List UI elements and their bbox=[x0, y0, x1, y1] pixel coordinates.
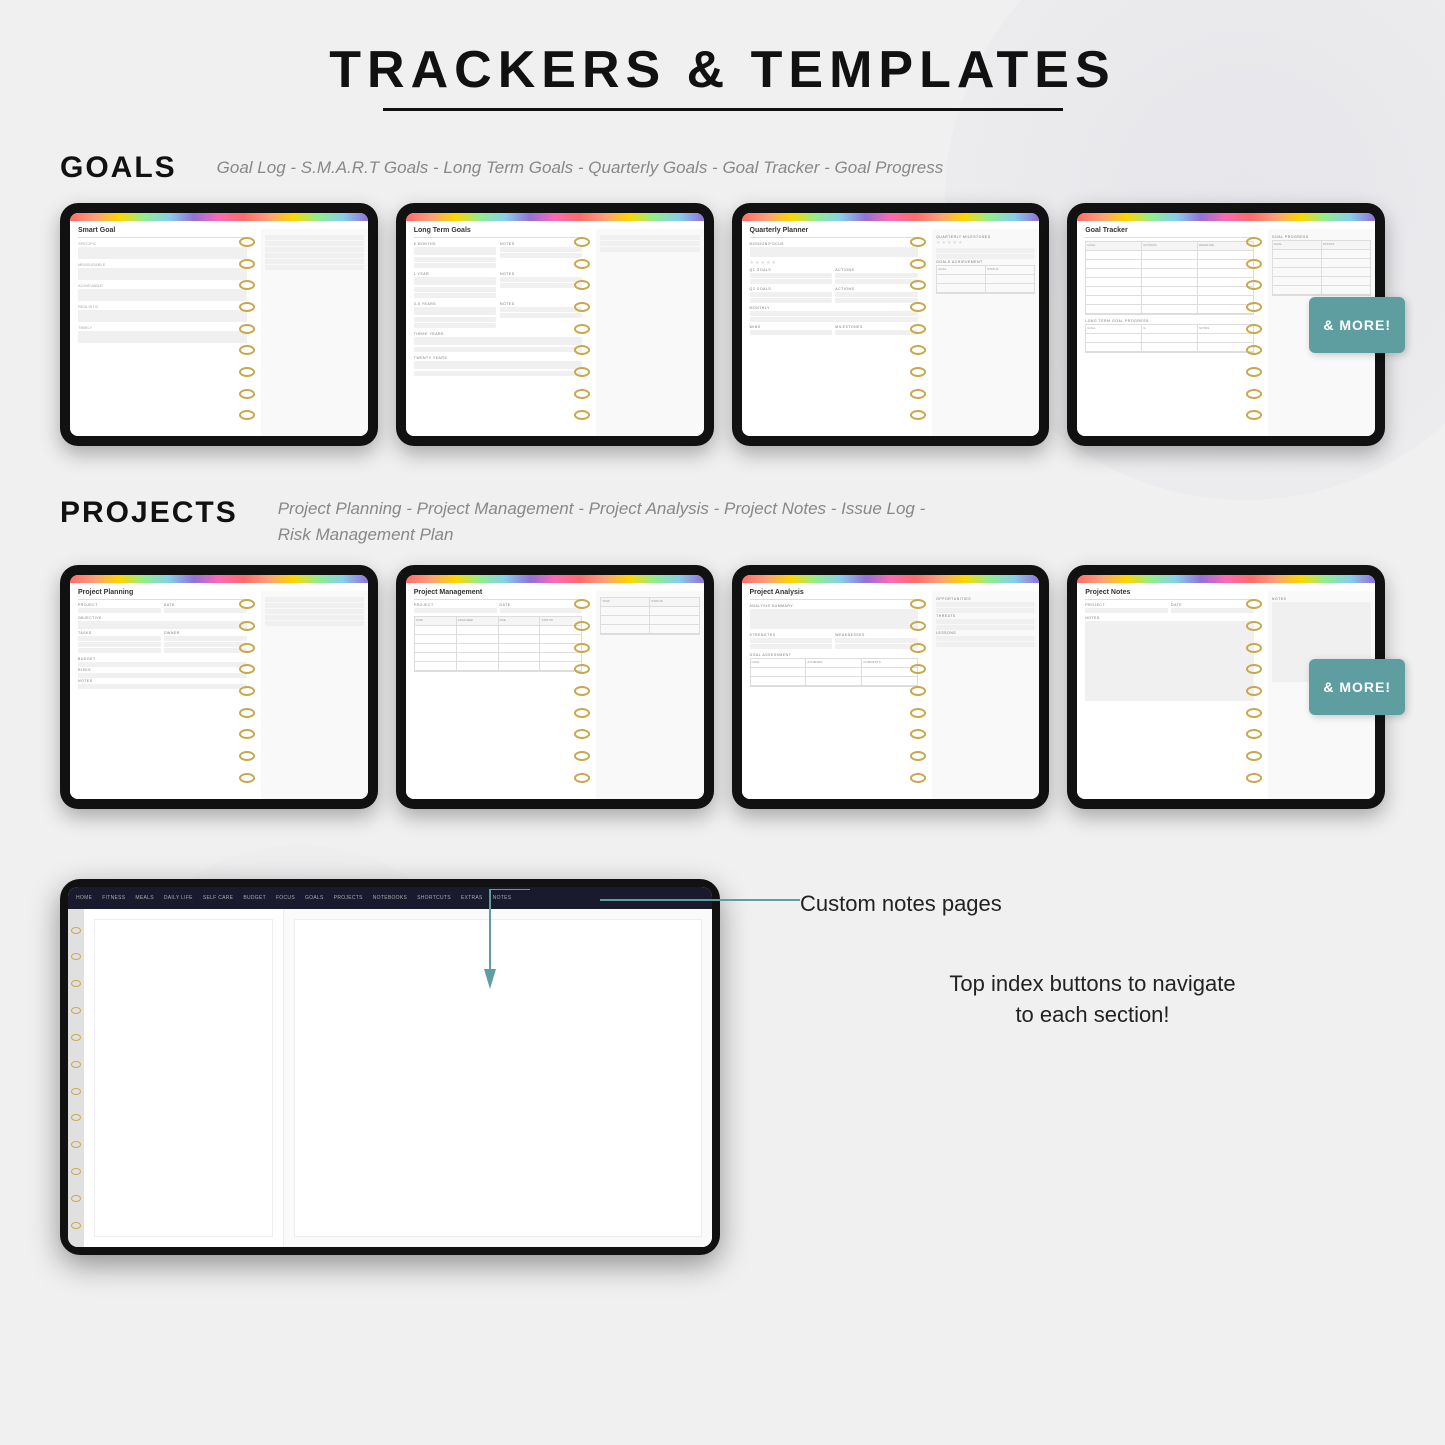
bottom-device-container: HOME FITNESS MEALS DAILY LIFE SELF CARE … bbox=[60, 859, 740, 1255]
goals-subtitle: Goal Log - S.M.A.R.T Goals - Long Term G… bbox=[217, 155, 944, 181]
bottom-left-panel bbox=[84, 909, 284, 1247]
goals-section-header: GOALS Goal Log - S.M.A.R.T Goals - Long … bbox=[60, 151, 1385, 185]
spiral-6 bbox=[574, 593, 590, 788]
bottom-tablet: HOME FITNESS MEALS DAILY LIFE SELF CARE … bbox=[60, 879, 720, 1255]
projects-section: PROJECTS Project Planning - Project Mana… bbox=[60, 496, 1385, 808]
smart-goal-right bbox=[261, 229, 368, 436]
rainbow-bar-7 bbox=[742, 575, 1040, 583]
doc-title-projplan: Project Planning bbox=[78, 589, 247, 596]
goals-more-button[interactable]: & MORE! bbox=[1309, 297, 1405, 353]
spiral-2 bbox=[574, 231, 590, 426]
project-planning-right bbox=[261, 591, 368, 798]
goals-section: GOALS Goal Log - S.M.A.R.T Goals - Long … bbox=[60, 151, 1385, 446]
bottom-labels: Custom notes pages Top index buttons to … bbox=[740, 859, 1385, 1061]
header: TRACKERS & TEMPLATES bbox=[60, 40, 1385, 111]
quarterly-right: QUARTERLY MILESTONES ★★★★★ GOALS ACHIEVE… bbox=[932, 229, 1039, 436]
tab-daily-life[interactable]: DAILY LIFE bbox=[160, 893, 197, 903]
projects-title: PROJECTS bbox=[60, 496, 238, 530]
long-term-goals-device: Long Term Goals 6 MONTHS NOTES bbox=[396, 203, 714, 446]
goals-device-grid: Smart Goal SPECIFIC MEASURABLE ACHIEVABL… bbox=[60, 203, 1385, 446]
project-analysis-device: Project Analysis ANALYSIS SUMMARY STRENG… bbox=[732, 565, 1050, 808]
doc-title-goaltracker: Goal Tracker bbox=[1085, 227, 1254, 234]
project-notes-left: Project Notes PROJECT DATE bbox=[1077, 583, 1262, 798]
page-container: TRACKERS & TEMPLATES GOALS Goal Log - S.… bbox=[0, 0, 1445, 1295]
project-management-left: Project Management PROJECT DATE bbox=[406, 583, 591, 798]
tab-fitness[interactable]: FITNESS bbox=[98, 893, 129, 903]
label-1-container: Custom notes pages bbox=[800, 889, 1385, 920]
project-analysis-left: Project Analysis ANALYSIS SUMMARY STRENG… bbox=[742, 583, 927, 798]
bottom-content bbox=[68, 909, 712, 1247]
tab-focus[interactable]: FOCUS bbox=[272, 893, 299, 903]
tab-projects[interactable]: PROJECTS bbox=[330, 893, 367, 903]
connector-line-1 bbox=[600, 899, 800, 901]
rainbow-bar-3 bbox=[742, 213, 1040, 221]
long-term-goals-screen: Long Term Goals 6 MONTHS NOTES bbox=[406, 213, 704, 436]
doc-title-projmgmt: Project Management bbox=[414, 589, 583, 596]
rainbow-bar-5 bbox=[70, 575, 368, 583]
rainbow-bar-8 bbox=[1077, 575, 1375, 583]
smart-goal-screen: Smart Goal SPECIFIC MEASURABLE ACHIEVABL… bbox=[70, 213, 368, 436]
projects-section-header: PROJECTS Project Planning - Project Mana… bbox=[60, 496, 1385, 547]
project-management-screen: Project Management PROJECT DATE bbox=[406, 575, 704, 798]
quarterly-left: Quarterly Planner MISSION/FOCUS ★★★★★ bbox=[742, 221, 927, 436]
spiral-7 bbox=[910, 593, 926, 788]
title-underline bbox=[383, 108, 1063, 111]
projects-device-grid: Project Planning PROJECT DATE bbox=[60, 565, 1385, 808]
doc-title-longterm: Long Term Goals bbox=[414, 227, 583, 234]
long-term-right bbox=[596, 229, 703, 436]
tab-budget[interactable]: BUDGET bbox=[239, 893, 270, 903]
bottom-section: HOME FITNESS MEALS DAILY LIFE SELF CARE … bbox=[60, 859, 1385, 1255]
project-management-right: TASK STATUS bbox=[596, 591, 703, 798]
rainbow-bar-1 bbox=[70, 213, 368, 221]
rainbow-bar-6 bbox=[406, 575, 704, 583]
quarterly-planner-device: Quarterly Planner MISSION/FOCUS ★★★★★ bbox=[732, 203, 1050, 446]
project-analysis-screen: Project Analysis ANALYSIS SUMMARY STRENG… bbox=[742, 575, 1040, 798]
tab-goals[interactable]: GOALS bbox=[301, 893, 328, 903]
arrow-indicator bbox=[450, 889, 530, 1014]
project-analysis-right: OPPORTUNITIES THREATS LESSONS bbox=[932, 591, 1039, 798]
tab-self-care[interactable]: SELF CARE bbox=[199, 893, 238, 903]
tab-meals[interactable]: MEALS bbox=[131, 893, 157, 903]
rainbow-bar-4 bbox=[1077, 213, 1375, 221]
projects-subtitle: Project Planning - Project Management - … bbox=[278, 496, 926, 547]
doc-title-quarterly: Quarterly Planner bbox=[750, 227, 919, 234]
spiral-1 bbox=[239, 231, 255, 426]
project-planning-device: Project Planning PROJECT DATE bbox=[60, 565, 378, 808]
spiral-4 bbox=[1246, 231, 1262, 426]
label-top-index: Top index buttons to navigateto each sec… bbox=[800, 969, 1385, 1031]
projects-more-button[interactable]: & MORE! bbox=[1309, 659, 1405, 715]
doc-title-projanalysis: Project Analysis bbox=[750, 589, 919, 596]
tab-home[interactable]: HOME bbox=[72, 893, 96, 903]
tab-shortcuts[interactable]: SHORTCUTS bbox=[413, 893, 455, 903]
goal-tracker-device: Goal Tracker GOAL ACTIONS DEADLINE bbox=[1067, 203, 1385, 446]
rainbow-bar-2 bbox=[406, 213, 704, 221]
long-term-left: Long Term Goals 6 MONTHS NOTES bbox=[406, 221, 591, 436]
spiral-3 bbox=[910, 231, 926, 426]
project-planning-screen: Project Planning PROJECT DATE bbox=[70, 575, 368, 798]
main-title: TRACKERS & TEMPLATES bbox=[60, 40, 1385, 100]
doc-title-projnotes: Project Notes bbox=[1085, 589, 1254, 596]
bottom-tablet-screen: HOME FITNESS MEALS DAILY LIFE SELF CARE … bbox=[68, 887, 712, 1247]
label-custom-notes: Custom notes pages bbox=[800, 889, 1385, 920]
smart-goal-left: Smart Goal SPECIFIC MEASURABLE ACHIEVABL… bbox=[70, 221, 255, 436]
tab-notebooks[interactable]: NOTEBOOKS bbox=[369, 893, 411, 903]
spiral-8 bbox=[1246, 593, 1262, 788]
quarterly-planner-screen: Quarterly Planner MISSION/FOCUS ★★★★★ bbox=[742, 213, 1040, 436]
goals-title: GOALS bbox=[60, 151, 177, 185]
project-planning-left: Project Planning PROJECT DATE bbox=[70, 583, 255, 798]
spiral-5 bbox=[239, 593, 255, 788]
goal-tracker-left: Goal Tracker GOAL ACTIONS DEADLINE bbox=[1077, 221, 1262, 436]
project-management-device: Project Management PROJECT DATE bbox=[396, 565, 714, 808]
smart-goal-device: Smart Goal SPECIFIC MEASURABLE ACHIEVABL… bbox=[60, 203, 378, 446]
nav-tabs-bar: HOME FITNESS MEALS DAILY LIFE SELF CARE … bbox=[68, 887, 712, 909]
doc-title-smart: Smart Goal bbox=[78, 227, 247, 234]
label-2-container: Top index buttons to navigateto each sec… bbox=[800, 969, 1385, 1031]
bottom-spiral bbox=[68, 909, 84, 1247]
project-notes-device: Project Notes PROJECT DATE bbox=[1067, 565, 1385, 808]
